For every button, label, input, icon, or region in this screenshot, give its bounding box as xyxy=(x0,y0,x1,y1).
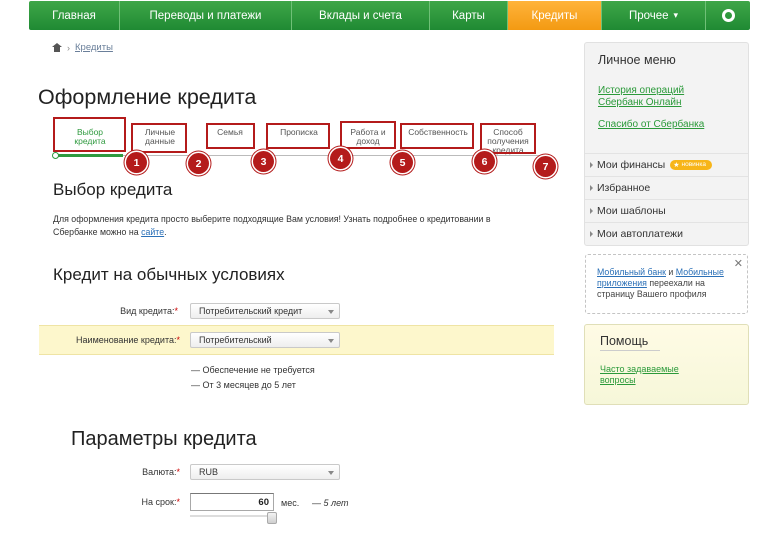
gear-icon xyxy=(721,9,735,22)
credit-type-label-text: Вид кредита: xyxy=(120,306,175,316)
nav-credits-label: Кредиты xyxy=(531,9,578,22)
page-title: Оформление кредита xyxy=(38,85,257,109)
triangle-right-icon xyxy=(590,185,593,191)
required-mark: * xyxy=(176,497,180,507)
nav-main-label: Главная xyxy=(52,9,96,22)
annotation-box-7 xyxy=(480,123,536,154)
credit-name-label-text: Наименование кредита: xyxy=(76,335,177,345)
mobile-notice-text: Мобильный банк и Мобильные приложения пе… xyxy=(597,267,737,300)
annotation-box-2 xyxy=(131,123,187,153)
site-link[interactable]: сайте xyxy=(141,227,164,237)
required-mark: * xyxy=(176,467,180,477)
menu-item-autopayments[interactable]: Мои автоплатежи xyxy=(585,222,748,244)
credit-name-value: Потребительский xyxy=(199,335,272,345)
annotation-box-5 xyxy=(340,121,396,149)
annotation-box-1 xyxy=(53,117,126,152)
section-title-choose-credit: Выбор кредита xyxy=(53,180,173,199)
nav-cards[interactable]: Карты xyxy=(430,1,508,30)
menu-item-label: Мои финансы xyxy=(597,158,666,171)
credit-name-select[interactable]: Потребительский xyxy=(190,332,340,348)
star-icon: ★ xyxy=(673,161,680,169)
term-years: — 5 лет xyxy=(312,498,349,508)
nav-transfers-label: Переводы и платежи xyxy=(149,9,262,22)
menu-item-templates[interactable]: Мои шаблоны xyxy=(585,199,748,221)
triangle-right-icon xyxy=(590,231,593,237)
annotation-number-6: 6 xyxy=(474,151,495,172)
faq-link[interactable]: Часто задаваемые вопросы xyxy=(600,364,690,386)
section-title-regular-credit: Кредит на обычных условиях xyxy=(53,265,285,284)
stepper-progress xyxy=(55,154,123,157)
menu-item-label: Мои шаблоны xyxy=(597,204,666,217)
intro-text: Для оформления кредита просто выберите п… xyxy=(53,213,533,239)
term-label: На срок:* xyxy=(100,497,180,507)
home-icon[interactable] xyxy=(52,43,62,52)
chevron-down-icon: ▾ xyxy=(673,10,679,20)
nav-settings[interactable] xyxy=(706,1,750,30)
credit-type-value: Потребительский кредит xyxy=(199,306,303,316)
note-term-range: — От 3 месяцев до 5 лет xyxy=(191,380,296,390)
required-mark: * xyxy=(174,306,178,316)
help-panel: Помощь Часто задаваемые вопросы xyxy=(584,324,749,405)
triangle-right-icon xyxy=(590,162,593,168)
annotation-box-3 xyxy=(206,123,255,149)
annotation-number-4: 4 xyxy=(330,148,351,169)
currency-label: Валюта:* xyxy=(100,467,180,477)
dropdown-arrow-icon xyxy=(328,310,334,314)
nav-transfers[interactable]: Переводы и платежи xyxy=(120,1,292,30)
annotation-number-5: 5 xyxy=(392,152,413,173)
menu-item-my-finances[interactable]: Мои финансы ★ новинка xyxy=(585,153,748,175)
term-label-text: На срок: xyxy=(141,497,177,507)
section-title-credit-params: Параметры кредита xyxy=(71,428,257,450)
dropdown-arrow-icon xyxy=(328,339,334,343)
operations-history-link[interactable]: История операций Сбербанк Онлайн xyxy=(598,85,718,109)
annotation-number-7: 7 xyxy=(535,156,556,177)
credit-type-select[interactable]: Потребительский кредит xyxy=(190,303,340,319)
nav-deposits[interactable]: Вклады и счета xyxy=(292,1,430,30)
nav-deposits-label: Вклады и счета xyxy=(319,9,402,22)
note-no-collateral: — Обеспечение не требуется xyxy=(191,365,315,375)
new-badge-label: новинка xyxy=(681,161,706,168)
mobile-bank-link[interactable]: Мобильный банк xyxy=(597,267,666,277)
top-navigation: Главная Переводы и платежи Вклады и счет… xyxy=(29,1,750,30)
triangle-right-icon xyxy=(590,208,593,214)
menu-item-label: Избранное xyxy=(597,181,651,194)
intro-text-body: Для оформления кредита просто выберите п… xyxy=(53,214,491,237)
help-divider xyxy=(600,350,660,351)
annotation-number-1: 1 xyxy=(126,152,147,173)
term-slider-handle[interactable] xyxy=(267,512,277,524)
intro-text-end: . xyxy=(164,227,167,237)
currency-value: RUB xyxy=(199,467,219,477)
menu-item-favorites[interactable]: Избранное xyxy=(585,176,748,198)
term-slider-track[interactable] xyxy=(190,515,274,517)
annotation-number-3: 3 xyxy=(253,151,274,172)
nav-credits[interactable]: Кредиты xyxy=(508,1,602,30)
annotation-number-2: 2 xyxy=(188,153,209,174)
nav-cards-label: Карты xyxy=(452,9,485,22)
mobile-notice-and: и xyxy=(665,267,676,277)
personal-menu-title: Личное меню xyxy=(598,53,676,67)
spasibo-link[interactable]: Спасибо от Сбербанка xyxy=(598,119,704,131)
new-badge: ★ новинка xyxy=(670,159,712,170)
nav-main[interactable]: Главная xyxy=(29,1,120,30)
personal-menu-panel: Личное меню История операций Сбербанк Он… xyxy=(584,42,749,246)
annotation-box-4 xyxy=(266,123,330,149)
breadcrumb-credits-link[interactable]: Кредиты xyxy=(75,42,113,53)
credit-name-label: Наименование кредита:* xyxy=(40,335,180,345)
breadcrumb: › Кредиты xyxy=(52,42,113,53)
dropdown-arrow-icon xyxy=(328,471,334,475)
term-unit: мес. xyxy=(281,498,300,508)
nav-other[interactable]: Прочее ▾ xyxy=(602,1,706,30)
nav-other-label: Прочее xyxy=(628,9,669,22)
currency-select[interactable]: RUB xyxy=(190,464,340,480)
mobile-notice-panel: ✕ Мобильный банк и Мобильные приложения … xyxy=(585,254,748,314)
menu-item-label: Мои автоплатежи xyxy=(597,227,683,240)
help-title: Помощь xyxy=(600,334,649,348)
annotation-box-6 xyxy=(400,123,474,149)
credit-type-label: Вид кредита:* xyxy=(60,306,178,316)
chevron-right-icon: › xyxy=(67,42,70,53)
currency-label-text: Валюта: xyxy=(142,467,177,477)
required-mark: * xyxy=(176,335,180,345)
term-input[interactable]: 60 xyxy=(190,493,274,511)
stepper-start-dot xyxy=(52,152,59,159)
